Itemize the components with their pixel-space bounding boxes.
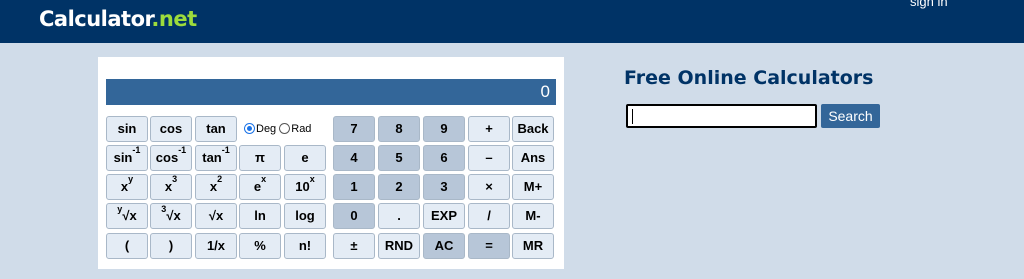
calculator-display: 0 bbox=[106, 79, 556, 105]
deg-label[interactable]: Deg bbox=[256, 123, 276, 135]
sin-button[interactable]: sin bbox=[106, 116, 148, 142]
sqrt-button[interactable]: √x bbox=[195, 203, 237, 229]
asin-button[interactable]: sin-1 bbox=[106, 145, 148, 171]
ten-power-button[interactable]: 10x bbox=[284, 174, 326, 200]
logo-text: Calculator bbox=[39, 7, 152, 31]
ans-button[interactable]: Ans bbox=[512, 145, 554, 171]
reciprocal-button[interactable]: 1/x bbox=[195, 233, 237, 259]
exp-button[interactable]: EXP bbox=[423, 203, 465, 229]
acos-sup: -1 bbox=[178, 145, 187, 155]
digit-2-button[interactable]: 2 bbox=[378, 174, 420, 200]
exp-e-sup: x bbox=[261, 174, 267, 184]
acos-base: cos bbox=[155, 150, 179, 165]
atan-sup: -1 bbox=[221, 145, 230, 155]
memory-recall-button[interactable]: MR bbox=[512, 233, 554, 259]
log-button[interactable]: log bbox=[284, 203, 326, 229]
search-button[interactable]: Search bbox=[821, 104, 880, 128]
cube-root-button[interactable]: 3√x bbox=[150, 203, 192, 229]
digit-4-button[interactable]: 4 bbox=[333, 145, 375, 171]
asin-sup: -1 bbox=[132, 145, 141, 155]
backspace-button[interactable]: Back bbox=[512, 116, 554, 142]
plus-button[interactable]: + bbox=[468, 116, 510, 142]
acos-button[interactable]: cos-1 bbox=[150, 145, 192, 171]
rad-label[interactable]: Rad bbox=[291, 123, 311, 135]
text-caret bbox=[632, 109, 633, 124]
logo-suffix: net bbox=[158, 7, 197, 31]
percent-button[interactable]: % bbox=[239, 233, 281, 259]
open-paren-button[interactable]: ( bbox=[106, 233, 148, 259]
digit-7-button[interactable]: 7 bbox=[333, 116, 375, 142]
plus-minus-button[interactable]: ± bbox=[333, 233, 375, 259]
square-sup: 2 bbox=[217, 174, 223, 184]
sidebar-title: Free Online Calculators bbox=[624, 67, 874, 89]
random-button[interactable]: RND bbox=[378, 233, 420, 259]
all-clear-button[interactable]: AC bbox=[423, 233, 465, 259]
yroot-body: √x bbox=[122, 208, 137, 223]
search-input[interactable] bbox=[626, 104, 817, 128]
digit-3-button[interactable]: 3 bbox=[423, 174, 465, 200]
atan-base: tan bbox=[202, 150, 222, 165]
factorial-button[interactable]: n! bbox=[284, 233, 326, 259]
tan-button[interactable]: tan bbox=[195, 116, 237, 142]
digit-0-button[interactable]: 0 bbox=[333, 203, 375, 229]
exp-e-button[interactable]: ex bbox=[239, 174, 281, 200]
ten-power-base: 10 bbox=[295, 179, 310, 194]
digit-1-button[interactable]: 1 bbox=[333, 174, 375, 200]
digit-9-button[interactable]: 9 bbox=[423, 116, 465, 142]
deg-radio[interactable] bbox=[244, 123, 255, 134]
sign-in-link[interactable]: sign in bbox=[910, 0, 948, 10]
minus-button[interactable]: – bbox=[468, 145, 510, 171]
cube-sup: 3 bbox=[172, 174, 178, 184]
ten-power-sup: x bbox=[309, 174, 315, 184]
memory-subtract-button[interactable]: M- bbox=[512, 203, 554, 229]
digit-6-button[interactable]: 6 bbox=[423, 145, 465, 171]
cube-root-body: √x bbox=[166, 208, 181, 223]
atan-button[interactable]: tan-1 bbox=[195, 145, 237, 171]
square-button[interactable]: x2 bbox=[195, 174, 237, 200]
digit-8-button[interactable]: 8 bbox=[378, 116, 420, 142]
multiply-button[interactable]: × bbox=[468, 174, 510, 200]
digit-5-button[interactable]: 5 bbox=[378, 145, 420, 171]
scientific-calculator: 0 sin cos tan Deg Rad sin-1 cos-1 tan-1 … bbox=[98, 57, 564, 269]
power-button[interactable]: xy bbox=[106, 174, 148, 200]
logo-dot: . bbox=[151, 7, 159, 31]
power-sup: y bbox=[128, 174, 134, 184]
e-button[interactable]: e bbox=[284, 145, 326, 171]
yroot-button[interactable]: y√x bbox=[106, 203, 148, 229]
pi-button[interactable]: π bbox=[239, 145, 281, 171]
decimal-button[interactable]: . bbox=[378, 203, 420, 229]
asin-base: sin bbox=[113, 150, 133, 165]
cos-button[interactable]: cos bbox=[150, 116, 192, 142]
memory-add-button[interactable]: M+ bbox=[512, 174, 554, 200]
top-header-bar: Calculator.net sign in bbox=[0, 0, 1024, 43]
site-logo[interactable]: Calculator.net bbox=[39, 6, 197, 32]
equals-button[interactable]: = bbox=[468, 233, 510, 259]
divide-button[interactable]: / bbox=[468, 203, 510, 229]
rad-radio[interactable] bbox=[279, 123, 291, 134]
close-paren-button[interactable]: ) bbox=[150, 233, 192, 259]
cube-button[interactable]: x3 bbox=[150, 174, 192, 200]
ln-button[interactable]: ln bbox=[239, 203, 281, 229]
angle-mode-selector: Deg Rad bbox=[244, 116, 316, 142]
